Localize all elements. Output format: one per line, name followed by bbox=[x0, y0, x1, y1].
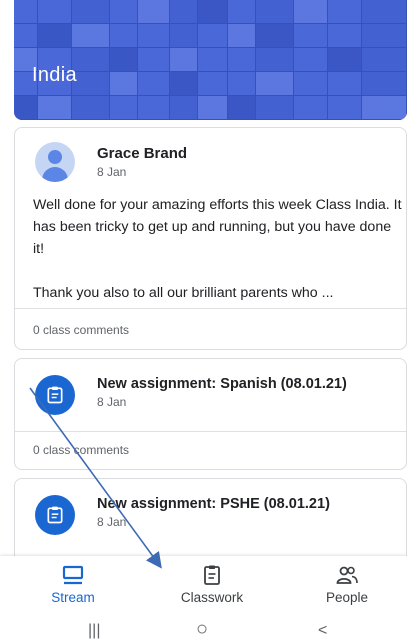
assignment-date: 8 Jan bbox=[97, 395, 127, 409]
banner-timetable-image bbox=[14, 0, 407, 120]
nav-stream-tab[interactable]: Stream bbox=[18, 564, 128, 605]
class-comments-link[interactable]: 0 class comments bbox=[33, 323, 129, 337]
recents-button[interactable]: ||| bbox=[88, 622, 100, 640]
assignment-clipboard-icon bbox=[35, 375, 75, 415]
person-avatar-icon bbox=[35, 142, 75, 182]
nav-classwork-label: Classwork bbox=[180, 590, 244, 605]
post-author: Grace Brand bbox=[97, 145, 188, 162]
class-title: India bbox=[32, 64, 77, 86]
classwork-clipboard-icon bbox=[204, 565, 220, 585]
system-navigation-bar: ||| ○ < bbox=[0, 616, 407, 643]
nav-classwork-tab[interactable]: Classwork bbox=[157, 564, 267, 605]
stream-icon bbox=[62, 565, 84, 585]
assignment-clipboard-icon bbox=[35, 495, 75, 535]
nav-people-label: People bbox=[325, 590, 369, 605]
class-banner: India bbox=[14, 0, 407, 120]
post-paragraph: Thank you also to all our brilliant pare… bbox=[33, 285, 334, 301]
class-comments-link[interactable]: 0 class comments bbox=[33, 443, 129, 457]
back-button[interactable]: < bbox=[318, 622, 327, 640]
post-body: Well done for your amazing efforts this … bbox=[33, 194, 403, 304]
assignment-title: New assignment: PSHE (08.01.21) bbox=[97, 496, 330, 512]
divider bbox=[15, 431, 406, 432]
post-date: 8 Jan bbox=[97, 165, 127, 179]
divider bbox=[15, 308, 406, 309]
assignment-title: New assignment: Spanish (08.01.21) bbox=[97, 376, 347, 392]
assignment-date: 8 Jan bbox=[97, 515, 127, 529]
assignment-card[interactable]: New assignment: Spanish (08.01.21) 8 Jan… bbox=[14, 358, 407, 470]
nav-people-tab[interactable]: People bbox=[292, 564, 402, 605]
announcement-card[interactable]: Grace Brand 8 Jan Well done for your ama… bbox=[14, 127, 407, 350]
post-paragraph: Well done for your amazing efforts this … bbox=[33, 197, 402, 257]
bottom-navigation: Stream Classwork People bbox=[0, 556, 407, 616]
home-button[interactable]: ○ bbox=[196, 618, 208, 641]
nav-stream-label: Stream bbox=[51, 590, 95, 605]
people-icon bbox=[336, 566, 358, 584]
